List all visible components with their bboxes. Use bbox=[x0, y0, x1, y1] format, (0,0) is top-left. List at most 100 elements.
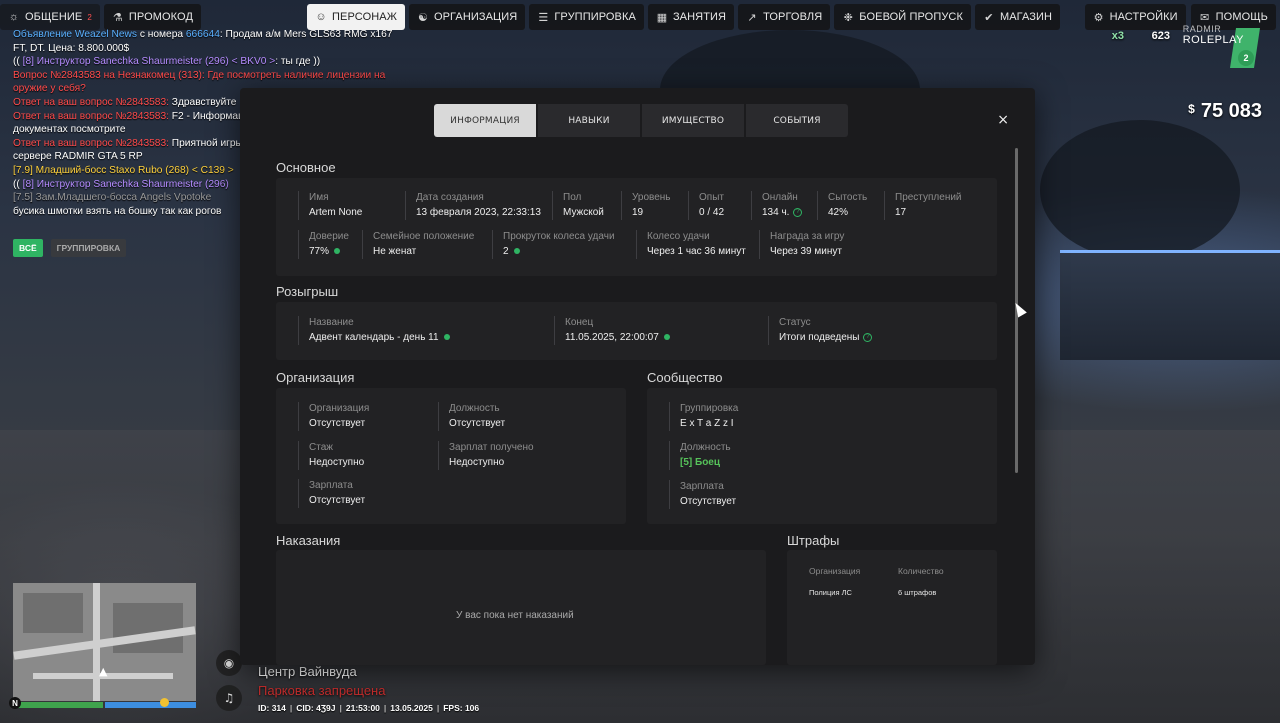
map-block bbox=[113, 603, 183, 653]
status-dot-icon bbox=[443, 334, 450, 341]
nav-settings[interactable]: ⚙ НАСТРОЙКИ bbox=[1084, 4, 1186, 30]
field-value: Отсутствует bbox=[449, 418, 506, 429]
nav-promocode[interactable]: ⚗ ПРОМОКОД bbox=[103, 4, 202, 30]
field-value-text: 11.05.2025, 22:00:07 bbox=[565, 332, 659, 343]
fines-cell: Полиция ЛС bbox=[809, 588, 852, 597]
field-value: 17 bbox=[895, 207, 907, 218]
field-value: Мужской bbox=[563, 207, 604, 218]
field-group-position: Должность [5] Боец bbox=[669, 441, 731, 470]
nav-trade[interactable]: ↗ ТОРГОВЛЯ bbox=[738, 4, 831, 30]
fines-column-count: Количество 6 штрафов bbox=[898, 566, 944, 597]
health-bar bbox=[13, 702, 103, 708]
money-currency: $ bbox=[1188, 102, 1195, 116]
field-value: 11.05.2025, 22:00:07 bbox=[565, 330, 670, 345]
location-name: Центр Вайнвуда bbox=[258, 664, 357, 679]
close-icon[interactable]: × bbox=[997, 112, 1009, 128]
logo-line-1: RADMIR bbox=[1182, 24, 1222, 34]
tab-information[interactable]: ИНФОРМАЦИЯ bbox=[434, 104, 536, 137]
field-created: Дата создания 13 февраля 2023, 22:33:13 bbox=[405, 191, 541, 220]
nav-activities[interactable]: ▦ ЗАНЯТИЯ bbox=[647, 4, 735, 30]
armor-bar bbox=[105, 702, 196, 708]
field-gender: Пол Мужской bbox=[552, 191, 604, 220]
info-icon[interactable]: ? bbox=[863, 332, 873, 342]
compass-north: N bbox=[9, 697, 21, 709]
info-icon[interactable]: ? bbox=[793, 207, 803, 217]
help-icon: ✉ bbox=[1200, 11, 1210, 24]
field-label: Колесо удачи bbox=[647, 231, 710, 242]
field-label: Сытость bbox=[828, 192, 868, 203]
field-giveaway-name: Название Адвент календарь - день 11 bbox=[298, 316, 450, 345]
field-value: Недоступно bbox=[309, 457, 365, 468]
character-modal: ИНФОРМАЦИЯ НАВЫКИ ИМУЩЕСТВО СОБЫТИЯ × Ос… bbox=[240, 88, 1035, 665]
tab-events[interactable]: СОБЫТИЯ bbox=[746, 104, 848, 137]
status-line: ID: 314 | CID: 4Ʒ9J | 21:53:00 | 13.05.2025… bbox=[258, 703, 480, 713]
field-label: Название bbox=[309, 317, 354, 328]
field-org-salary: Зарплата Отсутствует bbox=[298, 479, 365, 508]
waypoint-dot-icon bbox=[160, 698, 169, 707]
organization-icon: ☯ bbox=[417, 11, 428, 24]
nav-shop[interactable]: ✔ МАГАЗИН bbox=[974, 4, 1061, 30]
fines-card: Организация Полиция ЛС Количество 6 штра… bbox=[787, 550, 997, 665]
nav-label: ОРГАНИЗАЦИЯ bbox=[433, 11, 518, 23]
field-label: Конец bbox=[565, 317, 594, 328]
nav-character[interactable]: ☺ ПЕРСОНАЖ bbox=[307, 4, 405, 30]
chat-segment: оружие у себя? bbox=[13, 83, 86, 95]
chat-tab-group[interactable]: ГРУППИРОВКА bbox=[50, 239, 127, 257]
location-pin-icon: ◉ bbox=[216, 650, 242, 676]
battlepass-icon: ❉ bbox=[843, 11, 853, 24]
nav-label: ПОМОЩЬ bbox=[1215, 11, 1268, 23]
person-icon: ☺ bbox=[315, 11, 327, 23]
field-value: Не женат bbox=[373, 246, 417, 257]
field-label: Доверие bbox=[309, 231, 349, 242]
field-label: Стаж bbox=[309, 442, 333, 453]
cart-icon: ✔ bbox=[984, 11, 994, 24]
nav-organization[interactable]: ☯ ОРГАНИЗАЦИЯ bbox=[408, 4, 526, 30]
field-label: Опыт bbox=[699, 192, 724, 203]
field-label: Зарплат получено bbox=[449, 442, 534, 453]
field-value: 134 ч.? bbox=[762, 205, 803, 220]
chat-message: (( [8] Инструктор Sanechka Shaurmeister … bbox=[13, 55, 433, 69]
fines-column-organization: Организация Полиция ЛС bbox=[809, 566, 860, 597]
field-value: Отсутствует bbox=[309, 495, 366, 506]
nav-battlepass[interactable]: ❉ БОЕВОЙ ПРОПУСК bbox=[834, 4, 971, 30]
chat-segment: Объявление Weazel News bbox=[13, 29, 137, 40]
chat-segment: Ответ на ваш вопрос №2843583: bbox=[13, 110, 172, 122]
chat-tab-all[interactable]: ВСЁ bbox=[13, 239, 43, 257]
nav-label: ПЕРСОНАЖ bbox=[332, 11, 397, 23]
nav-chat[interactable]: ☼ ОБЩЕНИЕ 2 bbox=[0, 4, 100, 30]
nav-group[interactable]: ☰ ГРУППИРОВКА bbox=[529, 4, 644, 30]
field-label: Дата создания bbox=[416, 192, 484, 203]
field-giveaway-end: Конец 11.05.2025, 22:00:07 bbox=[554, 316, 670, 345]
field-label: Семейное положение bbox=[373, 231, 475, 242]
chat-message: Объявление Weazel News с номера 666644: … bbox=[13, 28, 433, 42]
money-amount: 75 083 bbox=[1200, 100, 1262, 122]
field-name: Имя Artem None bbox=[298, 191, 362, 220]
modal-tabs: ИНФОРМАЦИЯ НАВЫКИ ИМУЩЕСТВО СОБЫТИЯ bbox=[434, 104, 848, 137]
field-value: Отсутствует bbox=[680, 496, 737, 507]
status-date: 13.05.2025 bbox=[390, 703, 433, 713]
chat-segment: бусика шмотки взять на бошку так как рог… bbox=[13, 205, 222, 217]
field-label: Преступлений bbox=[895, 192, 962, 203]
chat-segment: : ты где )) bbox=[275, 56, 321, 68]
field-wheel: Колесо удачи Через 1 час 36 минут bbox=[636, 230, 746, 259]
field-value: E x T a Z z I bbox=[680, 418, 734, 429]
field-label: Должность bbox=[680, 442, 731, 453]
logo-line-2: ROLEPLAY bbox=[1182, 34, 1244, 46]
punishments-card: У вас пока нет наказаний bbox=[276, 550, 766, 665]
tab-property[interactable]: ИМУЩЕСТВО bbox=[642, 104, 744, 137]
trade-icon: ↗ bbox=[747, 11, 757, 24]
field-group-salary: Зарплата Отсутствует bbox=[669, 480, 736, 509]
chat-message: FT, DT. Цена: 8.800.000$ bbox=[13, 42, 433, 56]
tab-skills[interactable]: НАВЫКИ bbox=[538, 104, 640, 137]
chat-segment: 666644 bbox=[185, 29, 220, 40]
chat-icon: ☼ bbox=[8, 11, 20, 23]
field-level: Уровень 19 bbox=[621, 191, 671, 220]
chat-segment: (( bbox=[13, 178, 23, 190]
gear-icon: ⚙ bbox=[1093, 11, 1104, 24]
field-label: Имя bbox=[309, 192, 329, 203]
field-satiety: Сытость 42% bbox=[817, 191, 867, 220]
status-id: ID: 314 bbox=[258, 703, 286, 713]
chat-segment: Ответ на ваш вопрос №2843583: bbox=[13, 137, 172, 149]
field-label: Зарплата bbox=[309, 480, 353, 491]
microphone-icon: ♫ bbox=[216, 685, 242, 711]
